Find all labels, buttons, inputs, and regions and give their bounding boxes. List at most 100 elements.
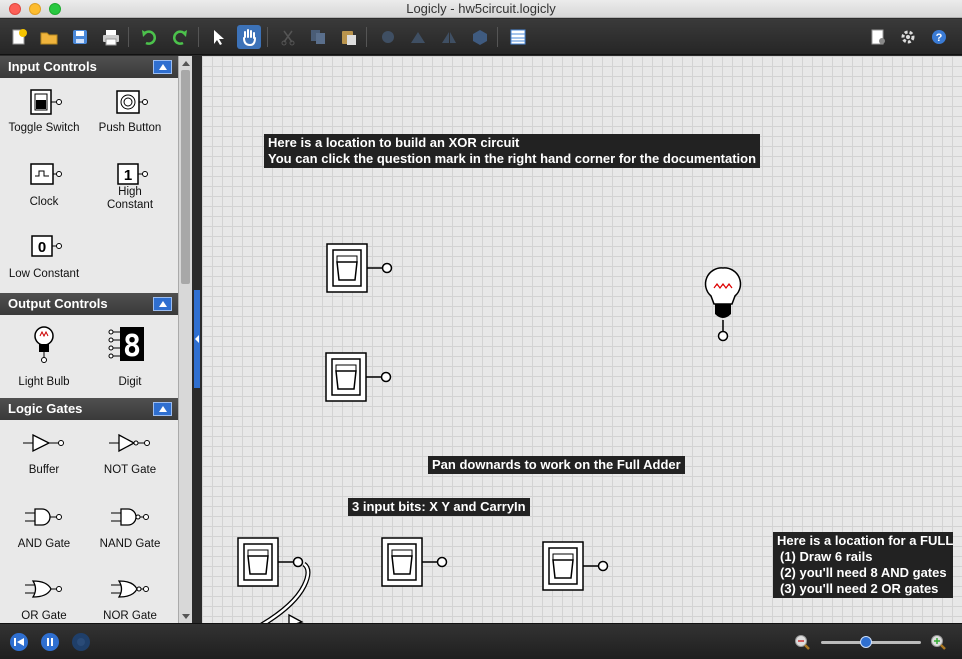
zoom-slider[interactable]: [821, 636, 921, 648]
palette-light-bulb[interactable]: Light Bulb: [0, 324, 88, 388]
palette-nor-gate[interactable]: NOR Gate: [86, 578, 174, 622]
palette-toggle-switch[interactable]: Toggle Switch: [0, 88, 88, 134]
zoom-in-icon[interactable]: [929, 633, 947, 651]
and-gate-icon: [25, 508, 62, 526]
light-bulb[interactable]: [702, 266, 744, 346]
palette-digit[interactable]: 8 Digit: [86, 324, 174, 388]
zoom-slider-thumb[interactable]: [860, 636, 872, 648]
digit-icon: 8: [108, 327, 144, 364]
pan-icon: [243, 29, 256, 46]
palette-push-button[interactable]: Push Button: [86, 88, 174, 134]
logic-gates-header[interactable]: Logic Gates: [0, 398, 178, 420]
panel-divider[interactable]: [192, 56, 202, 623]
buffer-gate[interactable]: [286, 612, 306, 623]
select-icon: [214, 30, 224, 45]
rewind-button[interactable]: [10, 633, 28, 651]
chevron-up-icon: [158, 406, 167, 412]
palette-and-gate-label: AND Gate: [17, 538, 71, 550]
select-tool-button[interactable]: [206, 25, 230, 49]
not-gate-icon: [109, 433, 150, 453]
palette-or-gate[interactable]: OR Gate: [0, 578, 88, 622]
input-controls-header[interactable]: Input Controls: [0, 56, 178, 78]
cut-button[interactable]: [276, 25, 300, 49]
palette-or-gate-label: OR Gate: [21, 610, 67, 622]
full-adder-step-2: (2) you'll need 8 AND gates: [780, 565, 947, 580]
palette-scrollbar[interactable]: [178, 56, 192, 623]
full-adder-instruction-label[interactable]: Here is a location for a FULL (1) Draw 6…: [773, 532, 954, 598]
grid-button[interactable]: [506, 25, 530, 49]
group-button[interactable]: [468, 25, 492, 49]
toggle-switch[interactable]: [325, 242, 395, 294]
buffer-gate-icon: [23, 433, 64, 453]
flip-horizontal-button[interactable]: [406, 25, 430, 49]
pan-tool-button[interactable]: [237, 25, 261, 49]
flip-vertical-icon: [442, 32, 456, 43]
paste-button[interactable]: [337, 25, 361, 49]
scroll-up-icon[interactable]: [180, 58, 192, 68]
collapse-output-controls-button[interactable]: [153, 297, 172, 311]
clock-icon: [30, 163, 62, 185]
palette-not-gate[interactable]: NOT Gate: [86, 432, 174, 476]
xor-instruction-line-1: Here is a location to build an XOR circu…: [268, 135, 520, 150]
new-icon: [12, 29, 27, 45]
low-constant-icon: 0: [31, 235, 62, 257]
palette-low-constant[interactable]: 0 Low Constant: [0, 234, 88, 280]
palette-and-gate[interactable]: AND Gate: [0, 506, 88, 550]
low-constant-glyph: 0: [38, 239, 46, 256]
palette-scrollbar-thumb[interactable]: [181, 70, 190, 284]
palette-buffer[interactable]: Buffer: [0, 432, 88, 476]
step-button[interactable]: [72, 633, 90, 651]
push-button-icon: [116, 90, 148, 114]
palette-buffer-label: Buffer: [28, 464, 60, 476]
rotate-button[interactable]: [376, 25, 400, 49]
palette-light-bulb-label: Light Bulb: [18, 376, 70, 388]
undo-button[interactable]: [137, 25, 161, 49]
full-adder-step-1: (1) Draw 6 rails: [780, 549, 873, 564]
input-bits-label[interactable]: 3 input bits: X Y and CarryIn: [348, 498, 530, 516]
input-controls-title: Input Controls: [8, 59, 97, 74]
nand-gate-icon: [111, 508, 149, 526]
zoom-out-icon[interactable]: [793, 633, 811, 651]
palette-high-constant[interactable]: 1 High Constant: [86, 162, 174, 212]
high-constant-icon: 1: [117, 163, 148, 185]
pan-down-label[interactable]: Pan downards to work on the Full Adder: [428, 456, 685, 474]
help-button[interactable]: ?: [927, 25, 951, 49]
title-bar: Logicly - hw5circuit.logicly: [0, 0, 962, 18]
palette-not-gate-label: NOT Gate: [103, 464, 157, 476]
flip-horizontal-icon: [411, 32, 425, 43]
open-file-button[interactable]: [37, 25, 61, 49]
copy-button[interactable]: [306, 25, 330, 49]
flip-vertical-button[interactable]: [437, 25, 461, 49]
new-file-button[interactable]: [7, 25, 31, 49]
high-constant-glyph: 1: [124, 167, 132, 184]
full-adder-step-3: (3) you'll need 2 OR gates: [780, 581, 939, 596]
pause-button[interactable]: [41, 633, 59, 651]
logic-gates-title: Logic Gates: [8, 401, 83, 416]
toggle-switch[interactable]: [324, 351, 394, 403]
palette-nand-gate[interactable]: NAND Gate: [86, 506, 174, 550]
circuit-canvas[interactable]: Here is a location to build an XOR circu…: [202, 56, 962, 623]
output-controls-header[interactable]: Output Controls: [0, 293, 178, 315]
redo-button[interactable]: [168, 25, 192, 49]
palette-digit-label: Digit: [118, 376, 142, 388]
collapse-input-controls-button[interactable]: [153, 60, 172, 74]
scroll-down-icon[interactable]: [180, 611, 192, 621]
chevron-up-icon: [158, 64, 167, 70]
toggle-switch[interactable]: [541, 540, 613, 592]
panel-divider-handle[interactable]: [194, 290, 200, 388]
settings-button[interactable]: [896, 25, 920, 49]
palette-clock[interactable]: Clock: [0, 162, 88, 208]
export-button[interactable]: [866, 25, 890, 49]
print-button[interactable]: [99, 25, 123, 49]
save-file-button[interactable]: [68, 25, 92, 49]
export-icon: [871, 29, 885, 45]
xor-instruction-line-2: You can click the question mark in the r…: [268, 151, 757, 166]
xor-instruction-label[interactable]: Here is a location to build an XOR circu…: [264, 134, 761, 168]
app-window: Logicly - hw5circuit.logicly ? Input Con…: [0, 0, 962, 659]
palette-low-constant-label: Low Constant: [8, 268, 80, 280]
toggle-switch[interactable]: [380, 536, 452, 588]
grid-icon: [510, 29, 526, 45]
group-icon: [473, 30, 487, 45]
collapse-logic-gates-button[interactable]: [153, 402, 172, 416]
toggle-switch-icon: [30, 89, 62, 115]
